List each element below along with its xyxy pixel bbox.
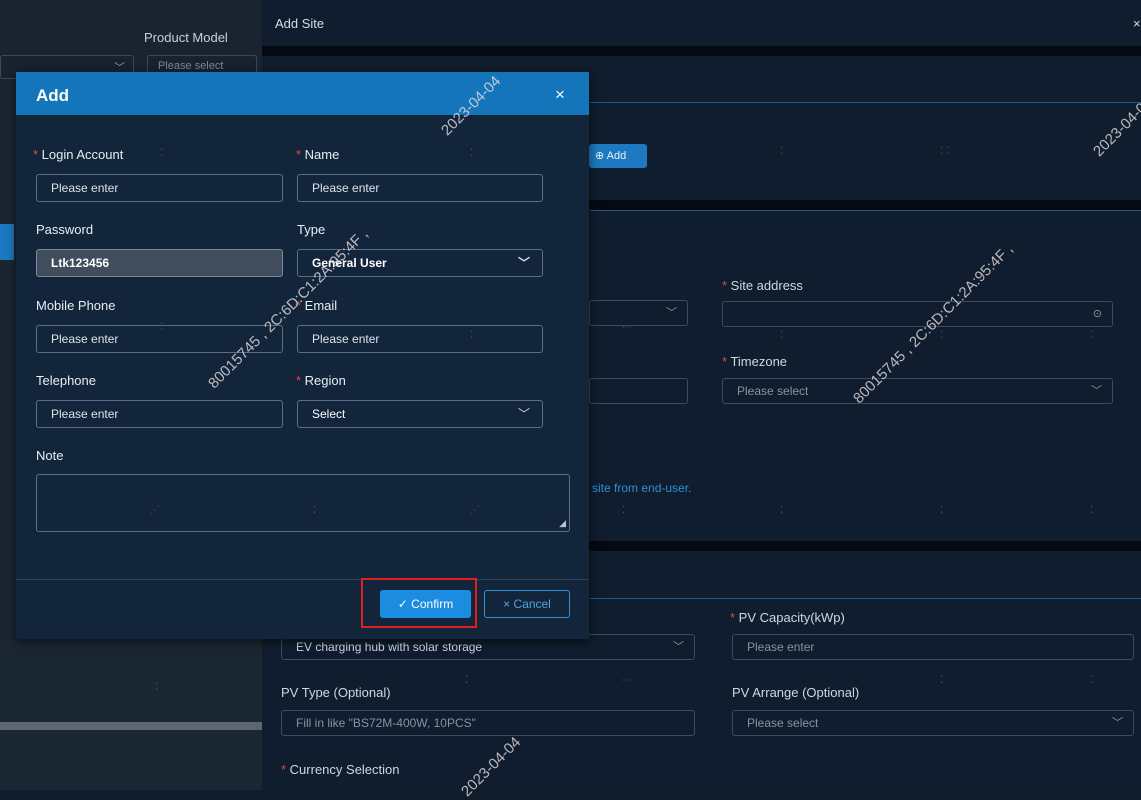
pv-type-label: PV Type (Optional) [281, 685, 391, 700]
section-line [590, 102, 1141, 103]
drawer-title: Add Site [275, 16, 325, 31]
name-label: * Name [296, 147, 340, 162]
section-line [590, 598, 1141, 599]
pv-capacity-label: * PV Capacity(kWp) [730, 610, 845, 625]
password-input[interactable]: Ltk123456 [36, 249, 283, 277]
modal-title: Add [36, 86, 70, 105]
login-account-input[interactable]: Please enter [36, 174, 283, 202]
telephone-input[interactable]: Please enter [36, 400, 283, 428]
email-field[interactable]: Please enter [297, 325, 543, 353]
login-account-label: * Login Account [33, 147, 124, 162]
texture-dots: ⁚ [940, 505, 944, 516]
cancel-button[interactable]: × Cancel [484, 590, 570, 618]
texture-dots: ⁚ [622, 505, 626, 516]
texture-dots: ⁚ [313, 505, 317, 516]
type-label: Type [297, 222, 326, 237]
texture-dots: ⋯ [622, 322, 632, 333]
site-field-input[interactable] [589, 378, 688, 404]
texture-dots: ⁚ [940, 330, 944, 341]
section-line [590, 210, 1141, 211]
timezone-label: * Timezone [722, 354, 788, 369]
end-user-link[interactable]: site from end-user. [592, 481, 691, 495]
password-label: Password [36, 222, 94, 237]
chevron-down-icon: ﹀ [666, 307, 677, 319]
pv-arrange-select[interactable]: Please select ﹀ [732, 710, 1134, 736]
background-active-indicator [0, 224, 14, 260]
pv-type-input[interactable]: Fill in like "BS72M-400W, 10PCS" [281, 710, 695, 736]
texture-dots: ⁚ [780, 146, 784, 157]
telephone-label: Telephone [36, 373, 96, 388]
chevron-down-icon: ﹀ [517, 256, 530, 270]
timezone-select[interactable]: Please select ﹀ [722, 378, 1113, 404]
modal-footer-divider [16, 579, 589, 580]
region-label: * Region [296, 373, 346, 388]
site-address-input[interactable]: ⊙ [722, 301, 1113, 327]
pv-arrange-label: PV Arrange (Optional) [732, 685, 860, 700]
texture-dots: ⁚ [160, 322, 164, 333]
close-icon[interactable]: × [555, 85, 565, 105]
background-scrollbar[interactable] [0, 722, 262, 730]
name-input[interactable]: Please enter [297, 174, 543, 202]
chevron-down-icon: ﹀ [673, 641, 684, 653]
texture-dots: ⁚ [470, 148, 474, 159]
currency-label: * Currency Selection [281, 762, 400, 777]
note-label: Note [36, 448, 64, 463]
section-divider [262, 46, 1141, 56]
texture-dots: ⁚ [465, 675, 469, 686]
texture-dots: ⁚ [155, 682, 159, 693]
texture-dots: ⁚ [940, 675, 944, 686]
chevron-down-icon: ﹀ [1112, 717, 1123, 729]
texture-dots: ⁚ [1090, 675, 1094, 686]
drawer-close-icon[interactable]: × [1133, 16, 1141, 31]
confirm-highlight-box [361, 578, 477, 628]
region-select[interactable]: Select ﹀ [297, 400, 543, 428]
texture-dots: ⁚ [470, 330, 474, 341]
chevron-down-icon: ﹀ [517, 407, 530, 421]
chevron-down-icon: ﹀ [1091, 385, 1102, 397]
add-user-button[interactable]: ⊕ Add [589, 144, 647, 168]
mobile-phone-label: Mobile Phone [36, 298, 116, 313]
modal-header [16, 72, 589, 115]
product-model-label: Product Model [144, 30, 228, 45]
texture-dots: ⁚ [1090, 505, 1094, 516]
texture-dots: ⋯ [622, 675, 632, 686]
resize-handle-icon[interactable]: ◢ [559, 518, 566, 529]
texture-dots: ⁚ [1090, 330, 1094, 341]
texture-dots: ⁚ ⁚ [940, 146, 950, 157]
texture-dots: ⁚ [160, 148, 164, 159]
texture-dots: ⁚ [780, 505, 784, 516]
note-textarea[interactable]: ◢ [36, 474, 570, 532]
location-pin-icon: ⊙ [1092, 308, 1102, 320]
pv-capacity-input[interactable]: Please enter [732, 634, 1134, 660]
texture-dots: ⋰ [150, 505, 160, 516]
texture-dots: ⁚ [780, 330, 784, 341]
site-field-select[interactable]: ﹀ [589, 300, 688, 326]
texture-dots: ⋰ [470, 505, 480, 516]
site-address-label: * Site address [722, 278, 803, 293]
